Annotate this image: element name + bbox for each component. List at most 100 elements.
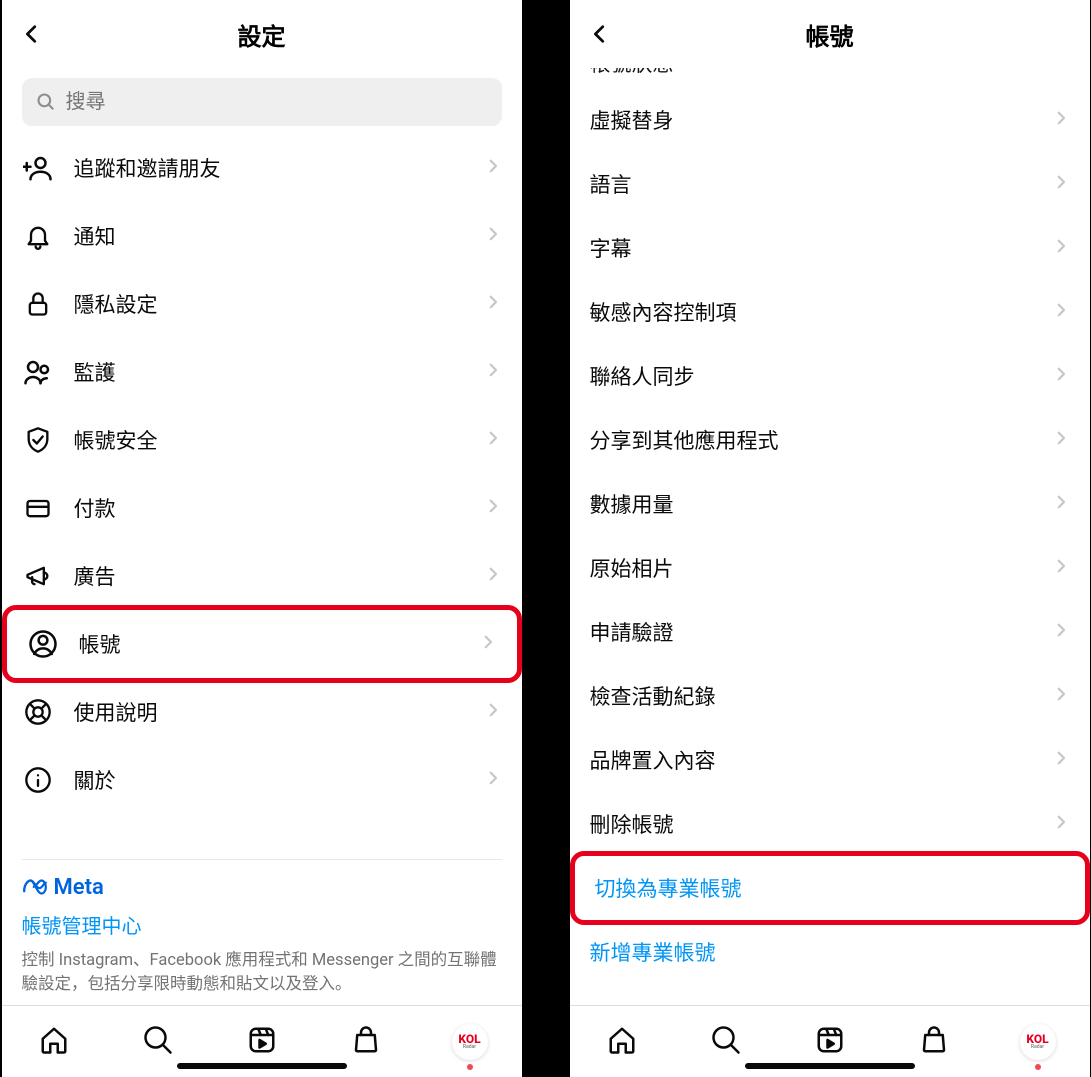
avatar-sub: Radar [463,1045,476,1050]
chevron-right-icon [484,361,502,383]
settings-row-add-person[interactable]: 追蹤和邀請朋友 [2,134,522,202]
account-row-9[interactable]: 申請驗證 [570,600,1090,664]
settings-row-life-ring[interactable]: 使用說明 [2,678,522,746]
settings-row-megaphone[interactable]: 廣告 [2,542,522,610]
header: 設定 [2,0,522,68]
search-tab-icon [143,1025,173,1059]
account-row-12[interactable]: 刪除帳號 [570,792,1090,856]
meta-icon [22,874,48,900]
meta-accounts-center-link[interactable]: 帳號管理中心 [22,910,502,939]
search-input[interactable] [66,91,488,114]
account-row-4[interactable]: 敏感內容控制項 [570,280,1090,344]
chevron-right-icon [484,157,502,179]
account-row-5[interactable]: 聯絡人同步 [570,344,1090,408]
chevron-right-icon [484,769,502,791]
chevron-right-icon [1052,173,1070,195]
page-title: 設定 [2,17,522,52]
search-tab[interactable] [136,1020,180,1064]
shop-tab-icon [919,1025,949,1059]
account-row-10[interactable]: 檢查活動紀錄 [570,664,1090,728]
account-row-6[interactable]: 分享到其他應用程式 [570,408,1090,472]
avatar: KOLRadar [1020,1024,1056,1060]
shop-tab[interactable] [344,1020,388,1064]
meta-brand-text: Meta [54,875,104,900]
account-row-7[interactable]: 數據用量 [570,472,1090,536]
account-row-11[interactable]: 品牌置入內容 [570,728,1090,792]
home-tab[interactable] [600,1020,644,1064]
chevron-right-icon [1052,301,1070,323]
add-person-icon [22,152,54,184]
account-row-0[interactable]: 帳號狀態 [570,68,1090,88]
row-label: 虛擬替身 [590,105,1032,135]
account-icon [27,628,59,660]
notification-dot [1035,1064,1041,1070]
chevron-right-icon [484,701,502,723]
shield-icon [22,424,54,456]
row-label: 分享到其他應用程式 [590,425,1032,455]
settings-row-bell[interactable]: 通知 [2,202,522,270]
account-row-2[interactable]: 語言 [570,152,1090,216]
back-icon [589,23,611,45]
phone-right: 帳號 帳號狀態虛擬替身語言字幕敏感內容控制項聯絡人同步分享到其他應用程式數據用量… [570,0,1090,1077]
settings-row-account[interactable]: 帳號 [2,605,522,683]
account-row-1[interactable]: 虛擬替身 [570,88,1090,152]
settings-row-info[interactable]: 關於 [2,746,522,814]
account-row-13[interactable]: 切換為專業帳號 [570,851,1090,925]
back-icon [21,23,43,45]
row-label: 檢查活動紀錄 [590,681,1032,711]
row-label: 敏感內容控制項 [590,297,1032,327]
chevron-right-icon [1052,365,1070,387]
profile-tab[interactable]: KOLRadar [1016,1020,1060,1064]
account-row-14[interactable]: 新增專業帳號 [570,920,1090,984]
meta-logo: Meta [22,874,502,900]
settings-row-card[interactable]: 付款 [2,474,522,542]
row-label: 語言 [590,169,1032,199]
row-label: 監護 [74,357,464,387]
shop-tab[interactable] [912,1020,956,1064]
back-button[interactable] [12,14,52,54]
row-label: 付款 [74,493,464,523]
chevron-right-icon [484,429,502,451]
row-label: 申請驗證 [590,617,1032,647]
bell-icon [22,220,54,252]
row-label: 聯絡人同步 [590,361,1032,391]
chevron-right-icon [1052,557,1070,579]
search-box[interactable] [22,78,502,126]
card-icon [22,492,54,524]
settings-row-shield[interactable]: 帳號安全 [2,406,522,474]
row-label: 帳號安全 [74,425,464,455]
reels-tab[interactable] [240,1020,284,1064]
reels-tab[interactable] [808,1020,852,1064]
chevron-right-icon [1052,813,1070,835]
row-label: 帳號狀態 [590,68,1032,78]
people-icon [22,356,54,388]
profile-tab[interactable]: KOLRadar [448,1020,492,1064]
search-icon [36,92,56,112]
account-row-3[interactable]: 字幕 [570,216,1090,280]
home-tab[interactable] [32,1020,76,1064]
search-tab-icon [711,1025,741,1059]
search-tab[interactable] [704,1020,748,1064]
reels-tab-icon [815,1025,845,1059]
row-label: 品牌置入內容 [590,745,1032,775]
row-label: 使用說明 [74,697,464,727]
chevron-right-icon [484,225,502,247]
home-tab-icon [39,1025,69,1059]
back-button[interactable] [580,14,620,54]
shop-tab-icon [351,1025,381,1059]
chevron-right-icon [484,293,502,315]
settings-row-people[interactable]: 監護 [2,338,522,406]
account-list: 帳號狀態虛擬替身語言字幕敏感內容控制項聯絡人同步分享到其他應用程式數據用量原始相… [570,68,1090,1005]
meta-block: Meta 帳號管理中心 控制 Instagram、Facebook 應用程式和 … [2,860,522,1005]
megaphone-icon [22,560,54,592]
chevron-right-icon [484,497,502,519]
chevron-right-icon [1052,493,1070,515]
settings-row-lock[interactable]: 隱私設定 [2,270,522,338]
chevron-right-icon [1052,109,1070,131]
row-label: 字幕 [590,233,1032,263]
account-row-8[interactable]: 原始相片 [570,536,1090,600]
avatar: KOLRadar [452,1024,488,1060]
row-label: 數據用量 [590,489,1032,519]
settings-list: 追蹤和邀請朋友通知隱私設定監護帳號安全付款廣告帳號使用說明關於 [2,134,522,851]
row-label: 刪除帳號 [590,809,1032,839]
